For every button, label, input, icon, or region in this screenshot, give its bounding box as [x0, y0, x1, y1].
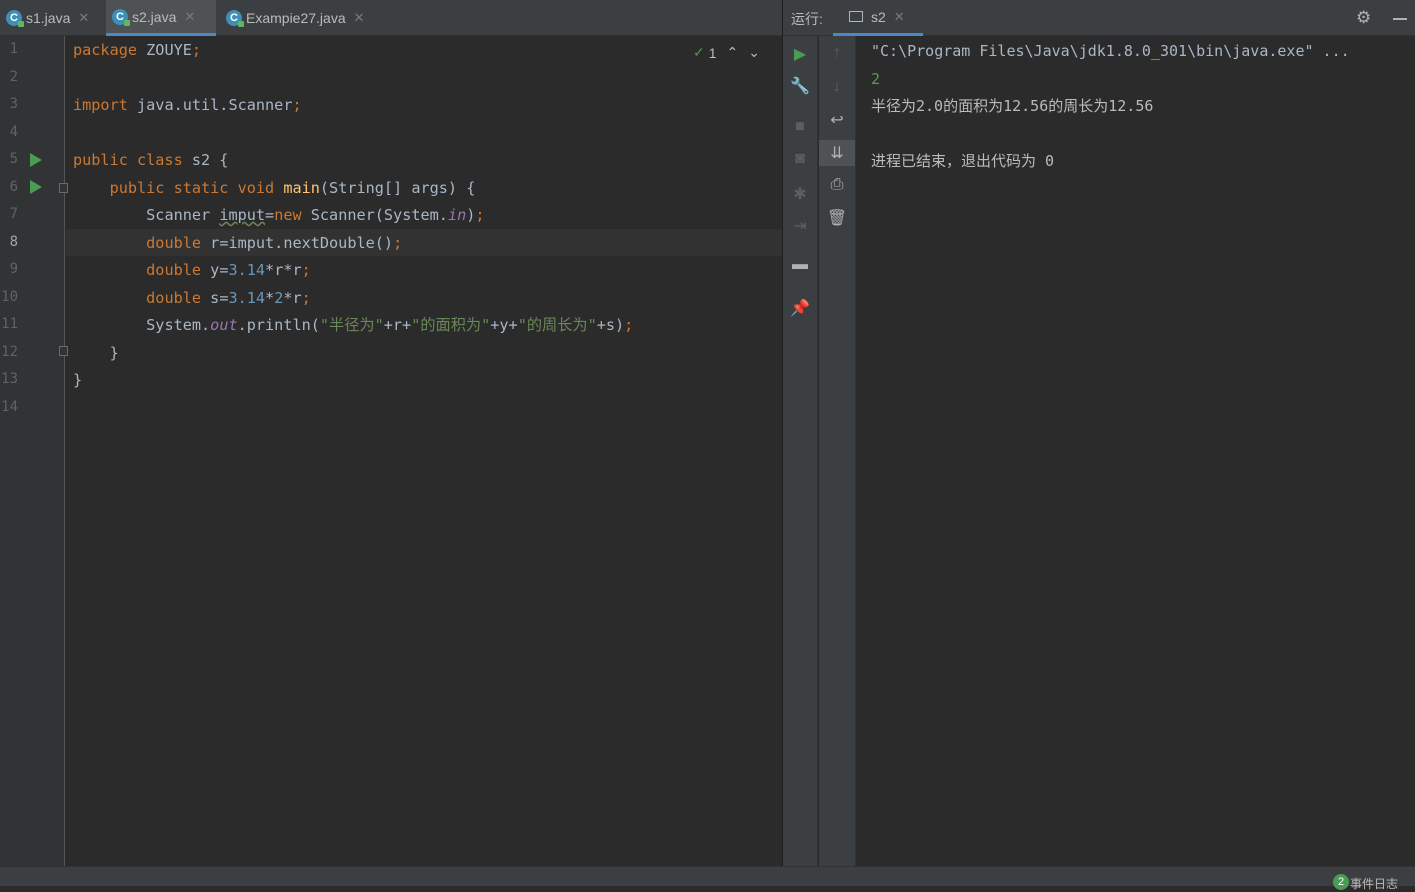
line-number: 5: [9, 151, 18, 167]
stop-icon[interactable]: ■: [783, 118, 817, 136]
line-number: 8: [9, 234, 18, 250]
chevron-up-icon[interactable]: ⌃: [727, 44, 739, 61]
close-icon[interactable]: ✕: [78, 10, 89, 26]
gear-icon[interactable]: ⚙: [1356, 8, 1371, 28]
event-count-badge[interactable]: 2: [1333, 874, 1349, 890]
editor-tab-bar: C s1.java ✕ C s2.java ✕ C Exampie27.java…: [0, 0, 782, 36]
code-line-1: package ZOUYE;: [73, 41, 202, 59]
run-gutter-icon[interactable]: [30, 153, 42, 167]
wrench-icon[interactable]: 🔧: [783, 76, 817, 96]
line-number: 7: [9, 206, 18, 222]
run-tab-label: s2: [871, 8, 886, 25]
close-icon[interactable]: ✕: [354, 10, 365, 26]
status-bar: 2 事件日志: [0, 866, 1415, 891]
close-icon[interactable]: ✕: [184, 9, 195, 25]
console-tab-icon: [849, 11, 863, 22]
line-number: 1: [9, 41, 18, 57]
tab-label: Exampie27.java: [246, 10, 346, 26]
run-panel-label: 运行:: [791, 11, 823, 27]
console-user-input: 2: [871, 70, 881, 88]
arrow-up-icon[interactable]: ↑: [819, 44, 855, 62]
layout-icon[interactable]: ▬: [783, 256, 817, 274]
console-output[interactable]: "C:\Program Files\Java\jdk1.8.0_301\bin\…: [857, 36, 1415, 866]
tab-exampie27-java[interactable]: C Exampie27.java ✕: [220, 0, 390, 36]
run-tool-header: 运行: s2 ✕ ⚙: [783, 0, 1415, 36]
rerun-icon[interactable]: ▶: [783, 44, 817, 64]
checkmark-icon: ✓: [693, 44, 705, 60]
inspection-widget[interactable]: ✓ 1 ⌃ ⌄: [693, 44, 760, 61]
line-number: 2: [9, 69, 18, 85]
code-line-5: public class s2 {: [73, 151, 229, 169]
code-line-8: double r=imput.nextDouble();: [146, 234, 403, 252]
editor-gutter: 1 2 3 4 5 6 7 8 9 10 11 12 13 14: [0, 36, 68, 866]
debug-icon[interactable]: ✱: [783, 184, 817, 204]
java-class-icon: C: [6, 10, 24, 27]
code-line-7: Scanner imput=new Scanner(System.in);: [146, 206, 485, 224]
pin-icon[interactable]: 📌: [783, 298, 817, 318]
line-number: 13: [1, 371, 18, 387]
console-exit-line: 进程已结束，退出代码为 0: [871, 152, 1055, 170]
tab-s2-java[interactable]: C s2.java ✕: [106, 0, 216, 36]
soft-wrap-icon[interactable]: ↩: [819, 110, 855, 130]
code-editor[interactable]: package ZOUYE; import java.util.Scanner;…: [66, 36, 782, 866]
line-number: 9: [9, 261, 18, 277]
run-toolbar-secondary: ↑ ↓ ↩ ⇊ ⎙ 🗑: [819, 36, 856, 866]
line-number: 14: [1, 399, 18, 415]
console-command-line: "C:\Program Files\Java\jdk1.8.0_301\bin\…: [871, 42, 1350, 60]
event-log-label[interactable]: 事件日志: [1350, 875, 1398, 892]
arrow-down-icon[interactable]: ↓: [819, 78, 855, 96]
java-class-icon: C: [112, 8, 130, 26]
minimize-icon[interactable]: [1393, 18, 1407, 20]
code-line-10: double s=3.14*2*r;: [146, 289, 311, 307]
run-tab-s2[interactable]: s2 ✕: [833, 0, 923, 36]
print-icon[interactable]: ⎙: [819, 176, 855, 194]
inspection-status[interactable]: ✓ 1: [693, 44, 717, 61]
code-line-11: System.out.println("半径为"+r+"的面积为"+y+"的周长…: [146, 316, 634, 334]
line-number: 3: [9, 96, 18, 112]
line-number: 11: [1, 316, 18, 332]
run-toolbar-primary: ▶ 🔧 ■ ◙ ✱ ⇥ ▬ 📌: [783, 36, 818, 866]
tab-label: s1.java: [26, 10, 71, 26]
line-number: 4: [9, 124, 18, 140]
code-line-6: public static void main(String[] args) {: [109, 179, 476, 197]
console-output-line: 半径为2.0的面积为12.56的周长为12.56: [871, 97, 1154, 115]
camera-icon[interactable]: ◙: [783, 150, 817, 168]
inspection-count: 1: [708, 44, 717, 61]
code-line-9: double y=3.14*r*r;: [146, 261, 311, 279]
run-gutter-icon[interactable]: [30, 180, 42, 194]
tab-s1-java[interactable]: C s1.java ✕: [0, 0, 104, 36]
scroll-to-end-icon[interactable]: ⇊: [819, 140, 855, 166]
java-class-icon: C: [226, 10, 244, 27]
chevron-down-icon[interactable]: ⌄: [748, 44, 760, 61]
code-line-3: import java.util.Scanner;: [73, 96, 302, 114]
close-icon[interactable]: ✕: [894, 9, 905, 25]
line-number: 6: [9, 179, 18, 195]
line-number: 10: [1, 289, 18, 305]
exit-icon[interactable]: ⇥: [783, 216, 817, 236]
line-number: 12: [1, 344, 18, 360]
code-line-12: }: [109, 344, 119, 362]
tab-label: s2.java: [132, 8, 177, 25]
code-line-13: }: [73, 371, 83, 389]
trash-icon[interactable]: 🗑: [819, 208, 855, 228]
